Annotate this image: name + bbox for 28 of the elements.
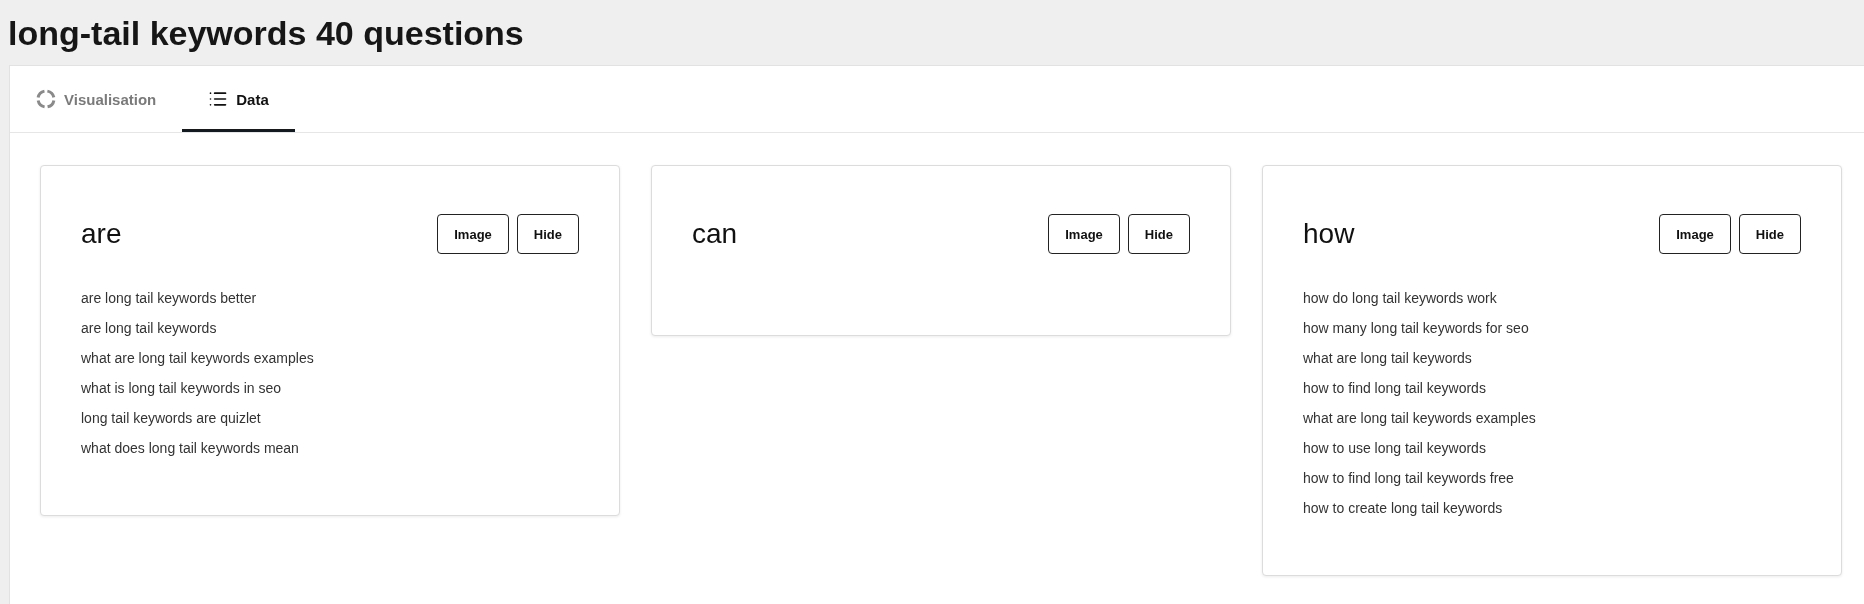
card-heading: are bbox=[81, 217, 122, 251]
question-text: how to find long tail keywords bbox=[1303, 379, 1487, 398]
question-text: long tail keywords are quizlet bbox=[81, 409, 262, 428]
tab[interactable]: Visualisation bbox=[10, 66, 183, 132]
image-button[interactable]: Image bbox=[1659, 214, 1731, 254]
hide-button[interactable]: Hide bbox=[516, 214, 579, 254]
question-text: how many long tail keywords for seo bbox=[1303, 319, 1530, 338]
question-text: are long tail keywords better bbox=[81, 289, 258, 308]
question-text: how do long tail keywords work bbox=[1303, 289, 1498, 308]
question-text: what are long tail keywords examples bbox=[81, 349, 315, 368]
question-text: how to create long tail keywords bbox=[1303, 499, 1504, 518]
question-text: how to find long tail keywords free bbox=[1303, 469, 1515, 488]
hide-button[interactable]: Hide bbox=[1738, 214, 1801, 254]
image-button[interactable]: Image bbox=[437, 214, 509, 254]
question-text: what are long tail keywords bbox=[1303, 349, 1473, 368]
tab[interactable]: Data bbox=[182, 66, 295, 132]
card-heading: can bbox=[692, 217, 738, 251]
question-text: what are long tail keywords examples bbox=[1303, 409, 1537, 428]
question-text: how to use long tail keywords bbox=[1303, 439, 1487, 458]
question-text: what does long tail keywords mean bbox=[81, 439, 300, 458]
page-title: long-tail keywords 40 questions bbox=[8, 14, 524, 53]
list-icon bbox=[208, 89, 229, 109]
ring-icon bbox=[36, 89, 56, 109]
question-text: are long tail keywords bbox=[81, 319, 218, 338]
card-heading: how bbox=[1303, 217, 1355, 251]
hide-button[interactable]: Hide bbox=[1127, 214, 1190, 254]
image-button[interactable]: Image bbox=[1048, 214, 1120, 254]
question-text: what is long tail keywords in seo bbox=[81, 379, 282, 398]
